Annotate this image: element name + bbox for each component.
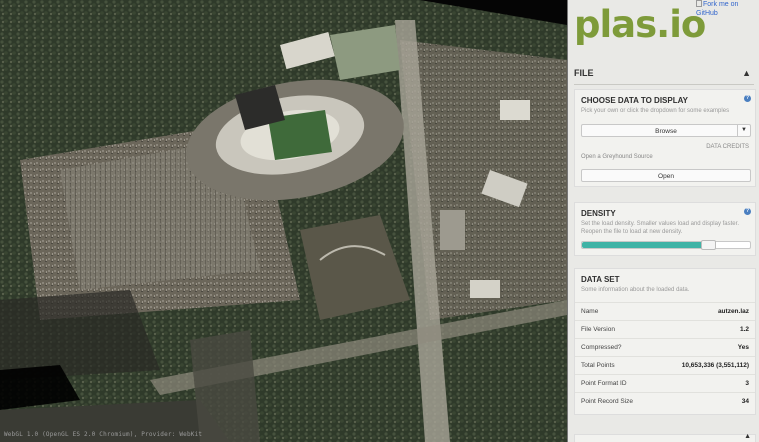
plasio-logo: plas.io xyxy=(574,3,706,46)
help-icon[interactable]: ? xyxy=(744,95,751,102)
data-set-row: Point Record Size 34 xyxy=(575,392,755,410)
data-set-row: Point Format ID 3 xyxy=(575,374,755,392)
chevron-up-icon[interactable]: ▲ xyxy=(742,68,751,78)
data-set-key: Total Points xyxy=(581,362,615,369)
data-set-value: 1.2 xyxy=(739,326,749,333)
choose-data-description: Pick your own or click the dropdown for … xyxy=(581,108,730,114)
fork-me-text: Fork me on GitHub xyxy=(696,1,739,17)
choose-data-title: CHOOSE DATA TO DISPLAY xyxy=(581,96,688,105)
density-slider[interactable] xyxy=(581,240,751,250)
data-set-title: DATA SET xyxy=(581,275,620,284)
point-cloud-viewport[interactable]: WebGL 1.0 (OpenGL ES 2.0 Chromium), Prov… xyxy=(0,0,567,442)
data-set-key: Compressed? xyxy=(581,344,622,351)
file-section-title: FILE xyxy=(574,68,594,78)
data-set-key: File Version xyxy=(581,326,615,333)
greyhound-label: Open a Greyhound Source xyxy=(581,154,653,160)
chevron-up-icon[interactable]: ▲ xyxy=(744,433,751,440)
data-set-value: Yes xyxy=(737,344,749,351)
data-set-row: Total Points 10,653,336 (3,551,112) xyxy=(575,356,755,374)
webgl-info-text: WebGL 1.0 (OpenGL ES 2.0 Chromium), Prov… xyxy=(4,431,203,438)
density-description: Set the load density. Smaller values loa… xyxy=(581,221,739,235)
data-set-key: Point Record Size xyxy=(581,398,634,405)
fork-me-link[interactable]: Fork me on GitHub xyxy=(696,0,756,18)
file-section-header[interactable]: FILE ▲ xyxy=(574,68,754,85)
data-set-value: 34 xyxy=(741,398,749,405)
browse-dropdown[interactable]: Browse ▼ xyxy=(581,124,751,137)
browse-label: Browse xyxy=(655,128,677,135)
data-set-key: Point Format ID xyxy=(581,380,627,387)
next-section-header[interactable]: ▲ xyxy=(574,433,756,442)
data-set-row: File Version 1.2 xyxy=(575,320,755,338)
data-set-value: autzen.laz xyxy=(717,308,749,315)
density-panel: DENSITY ? Set the load density. Smaller … xyxy=(574,202,756,256)
data-set-row: Compressed? Yes xyxy=(575,338,755,356)
data-credits-link[interactable]: DATA CREDITS xyxy=(706,144,749,150)
data-set-row: Name autzen.laz xyxy=(575,302,755,320)
open-button[interactable]: Open xyxy=(581,169,751,182)
point-cloud-render xyxy=(0,0,567,442)
data-set-panel: DATA SET Some information about the load… xyxy=(574,268,756,415)
density-slider-fill xyxy=(582,242,708,248)
help-icon[interactable]: ? xyxy=(744,208,751,215)
data-set-value: 10,653,336 (3,551,112) xyxy=(681,362,749,369)
sidebar-panel: plas.io Fork me on GitHub FILE ▲ CHOOSE … xyxy=(567,0,759,442)
data-set-description: Some information about the loaded data. xyxy=(581,287,690,293)
density-title: DENSITY xyxy=(581,209,616,218)
density-slider-handle[interactable] xyxy=(701,240,716,250)
caret-down-icon[interactable]: ▼ xyxy=(737,125,750,136)
broken-image-icon xyxy=(696,0,702,7)
data-set-value: 3 xyxy=(745,380,749,387)
data-set-key: Name xyxy=(581,308,599,315)
choose-data-panel: CHOOSE DATA TO DISPLAY ? Pick your own o… xyxy=(574,89,756,187)
logo-area: plas.io Fork me on GitHub xyxy=(568,0,759,63)
